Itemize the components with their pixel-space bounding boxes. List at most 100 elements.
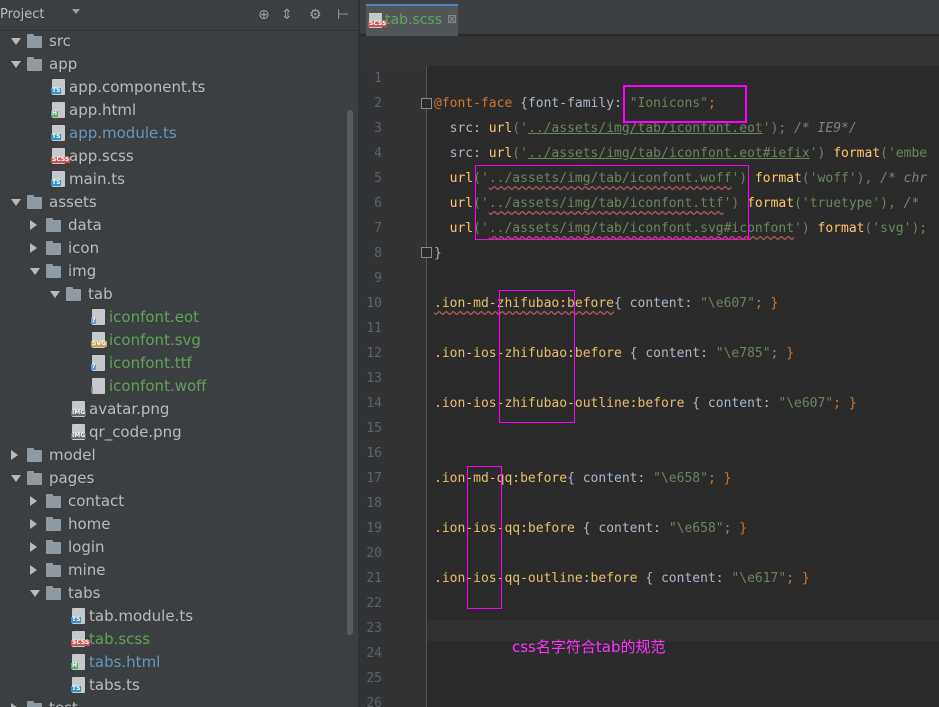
code-token: { content:	[621, 346, 716, 361]
code-token: ; }	[833, 396, 857, 411]
tree-file-tab-module-ts[interactable]: TS tab.module.ts	[0, 605, 346, 628]
file-icon	[91, 378, 105, 394]
code-line-4[interactable]: src: url('../assets/img/tab/iconfont.eot…	[434, 146, 927, 161]
code-token: url	[488, 121, 513, 136]
chevron-right-icon[interactable]	[30, 220, 37, 230]
tree-folder-pages[interactable]: pages	[0, 467, 346, 490]
project-header: Project ⊕ ⇕ ⚙ ⊢	[0, 0, 358, 31]
tree-folder-img[interactable]: img	[0, 260, 346, 283]
folder-icon	[46, 241, 61, 255]
collapse-icon[interactable]: ⇕	[281, 6, 293, 24]
chevron-down-icon[interactable]	[50, 291, 60, 298]
tree-file-main-ts[interactable]: TS main.ts	[0, 168, 346, 191]
chevron-down-icon[interactable]	[11, 475, 21, 482]
tree-folder-mine[interactable]: mine	[0, 559, 346, 582]
file-icon: IMG	[71, 401, 87, 417]
code-token: ('	[512, 146, 528, 161]
chevron-right-icon[interactable]	[11, 450, 18, 460]
file-type-tag: SCSS	[51, 156, 71, 163]
code-line-8[interactable]: }	[434, 246, 442, 261]
code-line-12[interactable]: .ion-ios-zhifubao:before { content: "\e7…	[434, 346, 794, 361]
tree-folder-test[interactable]: test	[0, 697, 346, 707]
code-token: ('truetype'),	[794, 196, 904, 211]
code-comment: /* IE9*/	[794, 121, 857, 136]
tree-file-iconfont-eot[interactable]: ? iconfont.eot	[0, 306, 346, 329]
tree-folder-assets[interactable]: assets	[0, 191, 346, 214]
pin-icon[interactable]: ⊢	[337, 6, 349, 24]
tree-item-label: mine	[68, 561, 106, 579]
tree-file-tabs-ts[interactable]: TS tabs.ts	[0, 674, 346, 697]
target-icon[interactable]: ⊕	[258, 6, 270, 24]
folder-icon	[46, 264, 61, 278]
chevron-right-icon[interactable]	[30, 496, 37, 506]
tree-folder-src[interactable]: src	[0, 30, 346, 53]
chevron-right-icon[interactable]	[11, 703, 18, 707]
tree-file-tabs-html[interactable]: Htabs.html	[0, 651, 346, 674]
file-type-tag	[91, 387, 93, 393]
code-line-10[interactable]: .ion-md-zhifubao:before{ content: "\e607…	[434, 296, 778, 311]
tree-item-label: iconfont.svg	[109, 331, 201, 349]
chevron-right-icon[interactable]	[30, 542, 37, 552]
breadcrumb-strip	[360, 36, 939, 66]
tree-file-app-html[interactable]: Happ.html	[0, 99, 346, 122]
chevron-down-icon[interactable]	[30, 268, 40, 275]
tree-item-label: tab	[88, 285, 113, 303]
tree-file-avatar-png[interactable]: IMG avatar.png	[0, 398, 346, 421]
tree-file-iconfont-ttf[interactable]: ? iconfont.ttf	[0, 352, 346, 375]
chevron-down-icon[interactable]	[30, 590, 40, 597]
tree-folder-app[interactable]: app	[0, 53, 346, 76]
gear-icon[interactable]: ⚙	[309, 6, 322, 24]
file-icon: TS	[71, 608, 85, 624]
close-icon[interactable]: ⊠	[447, 12, 457, 26]
tree-folder-home[interactable]: home	[0, 513, 346, 536]
chevron-down-icon[interactable]	[11, 61, 21, 68]
tree-scrollbar[interactable]	[347, 110, 353, 635]
tree-folder-tab[interactable]: tab	[0, 283, 346, 306]
tree-file-app-component-ts[interactable]: TS app.component.ts	[0, 76, 346, 99]
folder-icon	[27, 195, 42, 209]
tree-item-label: login	[68, 538, 105, 556]
code-token: "\e658"	[653, 471, 708, 486]
line-number: 21	[366, 571, 382, 586]
tree-folder-tabs[interactable]: tabs	[0, 582, 346, 605]
code-line-14[interactable]: .ion-ios-zhifubao-outline:before { conte…	[434, 396, 857, 411]
line-number: 15	[366, 421, 382, 436]
chevron-right-icon[interactable]	[30, 243, 37, 253]
tree-folder-data[interactable]: data	[0, 214, 346, 237]
editor: SCSS tab.scss ⊠ 1 2 3 4 5 6 7 8 9 10 11 12 13 14 15 16 1…	[360, 0, 939, 707]
project-title[interactable]: Project	[0, 7, 44, 22]
tree-folder-model[interactable]: model	[0, 444, 346, 467]
code-token: ; }	[754, 296, 779, 311]
tree-item-label: test	[49, 699, 78, 707]
tree-file-iconfont-svg[interactable]: SVG iconfont.svg	[0, 329, 346, 352]
tree-folder-login[interactable]: login	[0, 536, 346, 559]
code-token: ../assets/img/tab/iconfont.eot	[527, 121, 763, 136]
tab-tab-scss[interactable]: SCSS tab.scss ⊠	[366, 4, 458, 36]
tree-file-iconfont-woff[interactable]: iconfont.woff	[0, 375, 346, 398]
chevron-down-icon[interactable]	[11, 38, 21, 45]
chevron-right-icon[interactable]	[30, 565, 37, 575]
tree-file-app-module-ts[interactable]: TS app.module.ts	[0, 122, 346, 145]
chevron-down-icon[interactable]	[72, 9, 80, 14]
fold-close-icon[interactable]	[421, 247, 432, 258]
chevron-right-icon[interactable]	[30, 519, 37, 529]
code-token: src:	[434, 121, 489, 136]
tree-file-tab-scss[interactable]: SCSS tab.scss	[0, 628, 346, 651]
code-token: ; }	[770, 346, 795, 361]
tree-folder-icon[interactable]: icon	[0, 237, 346, 260]
tree-folder-contact[interactable]: contact	[0, 490, 346, 513]
chevron-down-icon[interactable]	[11, 199, 21, 206]
file-type-tag: ?	[91, 363, 97, 370]
tree-file-qr-code-png[interactable]: IMG qr_code.png	[0, 421, 346, 444]
tree-item-label: tabs.ts	[89, 676, 140, 694]
code-line-3[interactable]: src: url('../assets/img/tab/iconfont.eot…	[434, 121, 857, 136]
fold-open-icon[interactable]	[421, 98, 432, 109]
tree-item-label: iconfont.woff	[109, 377, 207, 395]
file-icon: TS	[51, 125, 65, 141]
code-token: "\e658"	[668, 521, 724, 536]
tab-label: tab.scss	[385, 12, 442, 28]
folder-icon	[27, 448, 42, 462]
tree-file-app-scss[interactable]: SCSS app.scss	[0, 145, 346, 168]
editor-tabbar: SCSS tab.scss ⊠	[360, 0, 939, 36]
tree-item-label: tabs.html	[89, 653, 161, 671]
